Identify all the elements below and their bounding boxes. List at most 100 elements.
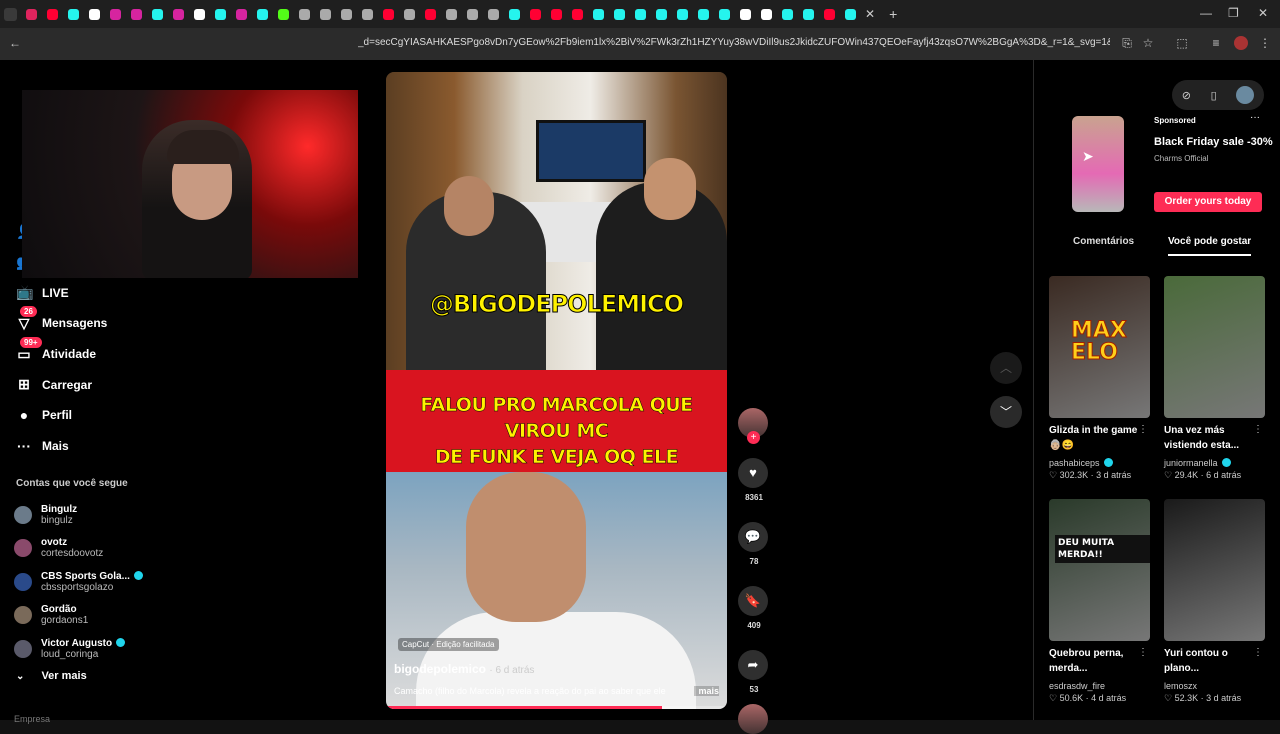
bookmark-icon[interactable]: 🔖 — [738, 586, 768, 616]
next-video-button[interactable]: ﹀ — [990, 396, 1022, 428]
phone-icon[interactable]: ▯ — [1211, 89, 1217, 102]
browser-tab-favicon-icon[interactable] — [257, 8, 268, 20]
ad-more-icon[interactable]: ··· — [1250, 112, 1260, 123]
footer-company-link[interactable]: Empresa — [14, 714, 50, 724]
browser-tab-favicon-icon[interactable] — [68, 8, 79, 20]
video-thumbnail[interactable] — [1164, 276, 1265, 418]
following-account[interactable]: ovotz cortesdoovotz — [14, 532, 159, 566]
video-author[interactable]: bigodepolemico · 6 d atrás — [394, 662, 534, 676]
browser-tab-favicon-icon[interactable] — [530, 8, 541, 20]
new-tab-icon[interactable]: + — [889, 6, 897, 22]
browser-tab-favicon-icon[interactable] — [341, 8, 352, 20]
browser-tab-favicon-icon[interactable] — [89, 8, 100, 20]
recommended-video-author[interactable]: juniormanella — [1164, 458, 1265, 468]
browser-tab-favicon-icon[interactable] — [236, 8, 247, 20]
browser-tab-favicon-icon[interactable] — [278, 8, 289, 20]
install-app-icon[interactable]: ⎘ — [1120, 36, 1134, 50]
share-icon[interactable]: ➦ — [738, 650, 768, 680]
browser-tab-favicon-icon[interactable] — [509, 8, 520, 20]
browser-tab-favicon-icon[interactable] — [383, 8, 394, 20]
compass-icon[interactable]: ⊘ — [1182, 89, 1191, 102]
window-close-icon[interactable]: ✕ — [1258, 6, 1268, 20]
browser-tab-favicon-icon[interactable] — [173, 8, 184, 20]
sidebar-item-mais[interactable]: ··· Mais — [16, 431, 107, 462]
following-account[interactable]: Bingulz bingulz — [14, 498, 159, 532]
video-thumbnail[interactable] — [1164, 499, 1265, 641]
browser-tab-favicon-icon[interactable] — [467, 8, 478, 20]
tab-comments[interactable]: Comentários — [1073, 236, 1134, 247]
card-more-icon[interactable]: ⋮ — [1138, 647, 1148, 658]
recommended-video-author[interactable]: lemoszx — [1164, 681, 1265, 691]
browser-tab-favicon-icon[interactable] — [320, 8, 331, 20]
recommended-video-author[interactable]: esdrasdw_fire — [1049, 681, 1150, 691]
video-thumbnail[interactable]: DEU MUITA MERDA!! — [1049, 499, 1150, 641]
sponsored-ad[interactable]: Sponsored ··· Black Friday sale -30% Cha… — [1050, 112, 1273, 216]
recommended-video-card[interactable]: DEU MUITA MERDA!! ⋮ Quebrou perna, merda..… — [1049, 499, 1150, 704]
browser-tab-favicon-icon[interactable] — [215, 8, 226, 20]
recommended-video-card[interactable]: MAX ELO ⋮ Glizda in the game 👵🏼😄 pashabicep… — [1049, 276, 1150, 481]
capcut-label[interactable]: CapCut · Edição facilitada — [398, 638, 499, 651]
profile-avatar-icon[interactable] — [1234, 36, 1248, 50]
card-more-icon[interactable]: ⋮ — [1253, 647, 1263, 658]
browser-tab-favicon-icon[interactable] — [404, 8, 415, 20]
extensions-icon[interactable]: ⬚ — [1175, 36, 1189, 50]
browser-tab-favicon-icon[interactable] — [152, 8, 163, 20]
browser-tab-favicon-icon[interactable] — [446, 8, 457, 20]
see-more-button[interactable]: ⌄ Ver mais — [16, 670, 87, 682]
comment-icon[interactable]: 💬 — [738, 522, 768, 552]
browser-tab-favicon-icon[interactable] — [761, 8, 772, 20]
media-controls-icon[interactable]: ≡ — [1209, 36, 1223, 50]
card-more-icon[interactable]: ⋮ — [1138, 424, 1148, 435]
browser-tab-favicon-icon[interactable] — [551, 8, 562, 20]
sidebar-item-carregar[interactable]: ⊞ Carregar — [16, 369, 107, 400]
maximize-icon[interactable]: ❐ — [1228, 6, 1239, 20]
browser-tab-favicon-icon[interactable] — [614, 8, 625, 20]
tab-you-may-like[interactable]: Você pode gostar — [1168, 236, 1252, 256]
tab-list-chevron-icon[interactable] — [4, 7, 17, 21]
ad-image[interactable] — [1072, 116, 1124, 212]
video-progress-bar[interactable] — [386, 706, 727, 709]
caption-more-button[interactable]: mais — [694, 686, 719, 696]
previous-video-button[interactable]: ︿ — [990, 352, 1022, 384]
video-thumbnail[interactable]: MAX ELO — [1049, 276, 1150, 418]
recommended-video-card[interactable]: ⋮ Una vez más vistiendo esta... juniormane… — [1164, 276, 1265, 481]
video-player[interactable]: @BIGODEPOLEMICO FALOU PRO MARCOLA QUE VI… — [386, 72, 727, 709]
follow-plus-icon[interactable]: + — [747, 431, 760, 444]
browser-tab-favicon-icon[interactable] — [845, 8, 856, 20]
sidebar-item-mensagens[interactable]: ▽ 26 Mensagens — [16, 306, 107, 339]
bookmark-star-icon[interactable]: ☆ — [1141, 36, 1155, 50]
browser-tab-favicon-icon[interactable] — [47, 8, 58, 20]
browser-tab-favicon-icon[interactable] — [740, 8, 751, 20]
browser-tab-favicon-icon[interactable] — [488, 8, 499, 20]
browser-menu-icon[interactable]: ⋮ — [1258, 36, 1272, 50]
browser-tab-favicon-icon[interactable] — [299, 8, 310, 20]
browser-tab-favicon-icon[interactable] — [782, 8, 793, 20]
browser-tab-favicon-icon[interactable] — [803, 8, 814, 20]
browser-tab-favicon-icon[interactable] — [362, 8, 373, 20]
back-icon[interactable]: ← — [8, 36, 22, 50]
sidebar-item-atividade[interactable]: ▭ 99+ Atividade — [16, 336, 107, 370]
browser-tab-favicon-icon[interactable] — [26, 8, 37, 20]
music-disc-avatar[interactable] — [738, 704, 768, 734]
ad-cta-button[interactable]: Order yours today — [1154, 192, 1262, 212]
recommended-video-author[interactable]: pashabiceps — [1049, 458, 1150, 468]
browser-tab-favicon-icon[interactable] — [131, 8, 142, 20]
minimize-icon[interactable]: — — [1200, 6, 1212, 20]
browser-tab-favicon-icon[interactable] — [677, 8, 688, 20]
browser-tab-favicon-icon[interactable] — [635, 8, 646, 20]
browser-tab-favicon-icon[interactable] — [656, 8, 667, 20]
browser-tab-favicon-icon[interactable] — [824, 8, 835, 20]
following-account[interactable]: CBS Sports Gola... cbssportsgolazo — [14, 565, 159, 599]
url-field[interactable]: _d=secCgYIASAHKAESPgo8vDn7yGEow%2Fb9iem1… — [358, 37, 1110, 48]
user-avatar[interactable] — [1236, 86, 1255, 104]
creator-avatar[interactable]: + — [738, 408, 768, 444]
browser-tab-favicon-icon[interactable] — [425, 8, 436, 20]
browser-tab-favicon-icon[interactable] — [593, 8, 604, 20]
close-tab-icon[interactable]: ✕ — [865, 7, 875, 21]
sidebar-item-perfil[interactable]: ● Perfil — [16, 400, 107, 431]
browser-tab-favicon-icon[interactable] — [110, 8, 121, 20]
browser-tab-favicon-icon[interactable] — [719, 8, 730, 20]
browser-tab-favicon-icon[interactable] — [572, 8, 583, 20]
card-more-icon[interactable]: ⋮ — [1253, 424, 1263, 435]
browser-tab-favicon-icon[interactable] — [194, 8, 205, 20]
